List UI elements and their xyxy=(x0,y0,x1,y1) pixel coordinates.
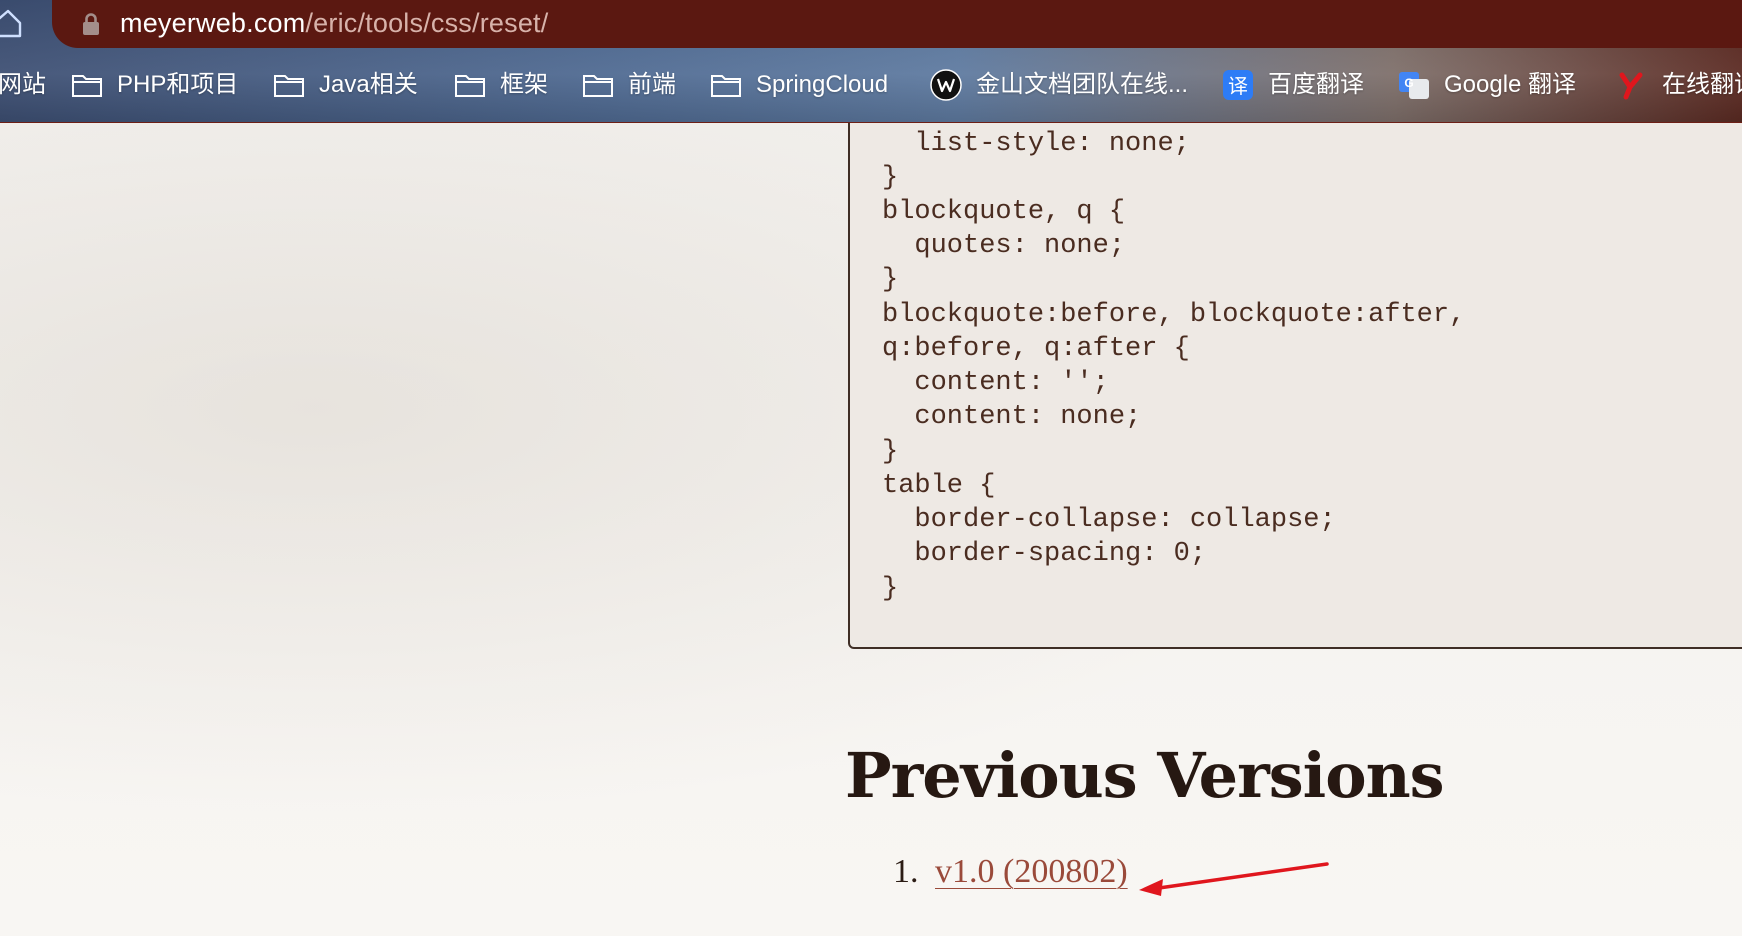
bookmark-label: 在线翻译 xyxy=(1662,71,1742,98)
bookmark-label: Google 翻译 xyxy=(1444,71,1577,98)
bookmark-label: Java相关 xyxy=(319,71,418,98)
code-line: border-collapse: collapse; xyxy=(882,505,1336,535)
code-line: content: ''; xyxy=(882,368,1109,398)
folder-icon xyxy=(711,75,741,97)
code-line: list-style: none; xyxy=(882,129,1190,159)
address-bar[interactable]: meyerweb.com/eric/tools/css/reset/ xyxy=(52,0,1742,48)
bookmark-java[interactable]: Java相关 xyxy=(273,65,418,105)
bookmark-frameworks[interactable]: 框架 xyxy=(454,65,548,105)
bookmark-label: 金山文档团队在线... xyxy=(976,71,1189,98)
bookmark-springcloud[interactable]: SpringCloud xyxy=(710,65,888,105)
folder-icon xyxy=(72,75,102,97)
bookmarks-bar: 网站 PHP和项目 Java相关 框架 前端 SpringCloud 金山文档团… xyxy=(0,65,1742,105)
bookmark-websites[interactable]: 网站 xyxy=(0,65,46,105)
baidu-translate-icon: 译 xyxy=(1223,70,1253,100)
url-text[interactable]: meyerweb.com/eric/tools/css/reset/ xyxy=(120,8,548,38)
lock-icon[interactable] xyxy=(80,12,102,36)
bookmark-label: PHP和项目 xyxy=(117,71,239,98)
home-icon[interactable] xyxy=(0,8,24,38)
bookmark-label: 百度翻译 xyxy=(1268,71,1364,98)
code-line: content: none; xyxy=(882,402,1142,432)
code-line: border-spacing: 0; xyxy=(882,539,1207,569)
youdao-icon xyxy=(1619,72,1643,100)
previous-versions-heading: Previous Versions xyxy=(845,739,1445,812)
bookmark-label: 网站 xyxy=(0,71,46,98)
code-line: q:before, q:after { xyxy=(882,334,1190,364)
folder-icon xyxy=(455,75,485,97)
code-line: table { xyxy=(882,471,996,501)
svg-text:译: 译 xyxy=(1228,74,1248,98)
code-line: quotes: none; xyxy=(882,231,1126,261)
url-path: /eric/tools/css/reset/ xyxy=(305,8,549,38)
google-translate-icon: G xyxy=(1399,72,1429,99)
version-list-item: 1. v1.0 (200802) xyxy=(893,853,1128,891)
code-line: } xyxy=(882,163,899,193)
bookmark-label: 框架 xyxy=(500,71,548,98)
code-line: blockquote, q { xyxy=(882,197,1126,227)
red-arrow-annotation xyxy=(1139,862,1329,896)
code-line: } xyxy=(882,437,899,467)
wps-icon xyxy=(930,69,962,101)
url-host: meyerweb.com xyxy=(120,8,306,38)
bookmark-online-translate[interactable]: 在线翻译 xyxy=(1616,65,1742,105)
page-content[interactable]: list-style: none; } blockquote, q { quot… xyxy=(0,123,1742,936)
browser-chrome: meyerweb.com/eric/tools/css/reset/ 网站 PH… xyxy=(0,0,1742,123)
bookmark-php[interactable]: PHP和项目 xyxy=(71,65,238,105)
bookmark-baidu-translate[interactable]: 译 百度翻译 xyxy=(1222,65,1364,105)
bookmark-label: SpringCloud xyxy=(756,71,889,98)
version-link[interactable]: v1.0 (200802) xyxy=(935,853,1128,890)
bookmark-google-translate[interactable]: G Google 翻译 xyxy=(1398,65,1576,105)
bookmark-kdocs[interactable]: 金山文档团队在线... xyxy=(930,65,1188,105)
code-line: } xyxy=(882,265,899,295)
bookmark-label: 前端 xyxy=(628,71,676,98)
list-number: 1. xyxy=(893,853,919,890)
svg-text:G: G xyxy=(1404,76,1413,90)
code-line: blockquote:before, blockquote:after, xyxy=(882,300,1466,330)
folder-icon xyxy=(583,75,613,97)
bookmark-frontend[interactable]: 前端 xyxy=(582,65,676,105)
folder-icon xyxy=(274,75,304,97)
css-code-block: list-style: none; } blockquote, q { quot… xyxy=(848,123,1742,649)
code-line: } xyxy=(882,574,899,604)
